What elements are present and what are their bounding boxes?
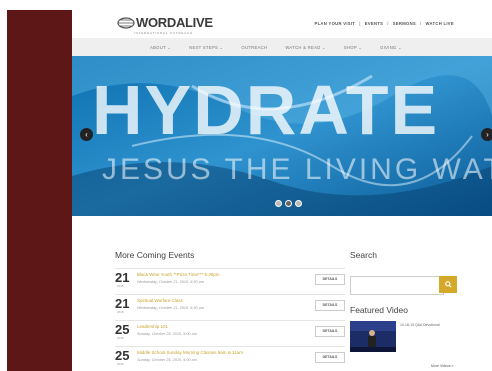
nav-label: GIVING [380, 44, 397, 50]
event-row: 25 2015 Middle School Sunday Morning Cla… [115, 346, 345, 369]
event-day: 25 [115, 348, 130, 363]
site-header: WORDALIVE INTERNATIONAL OUTREACH PLAN YO… [72, 10, 492, 38]
slider-dot[interactable] [275, 200, 282, 207]
logo-text: WORDALIVE [136, 15, 213, 30]
featured-video-heading: Featured Video [350, 305, 408, 315]
event-name-link[interactable]: Black Wine Youth **Prize Time*** 6:30pm [137, 272, 220, 277]
slider-next-arrow-icon[interactable]: › [481, 128, 492, 141]
featured-video-thumbnail[interactable] [350, 321, 396, 352]
nav-label: NEXT STEPS [189, 44, 219, 50]
logo-subtitle: INTERNATIONAL OUTREACH [134, 31, 193, 35]
top-link-watch-live[interactable]: WATCH LIVE [425, 21, 454, 26]
nav-item-giving[interactable]: GIVING ⌄ [380, 45, 402, 50]
event-year: 2015 [117, 310, 124, 314]
event-year: 2015 [117, 284, 124, 288]
event-date: Sunday, October 25, 2015, 9:00 am [137, 332, 197, 336]
event-day: 25 [115, 322, 130, 337]
hero-title: HYDRATE [92, 71, 440, 149]
event-row: 21 2015 Black Wine Youth **Prize Time***… [115, 268, 345, 291]
slider-dot-active[interactable] [285, 200, 292, 207]
search-button[interactable] [439, 276, 457, 293]
event-date: Wednesday, October 21, 2015, 6:30 pm [137, 280, 204, 284]
slider-dot[interactable] [295, 200, 302, 207]
event-date: Sunday, October 25, 2015, 9:00 am [137, 358, 197, 362]
top-link-sermons[interactable]: SERMONS [393, 21, 416, 26]
event-details-button[interactable]: DETAILS [315, 274, 345, 285]
event-day: 21 [115, 296, 130, 311]
nav-item-watch-read[interactable]: WATCH & READ ⌄ [285, 45, 326, 50]
featured-video-caption[interactable]: 10-18-15 Q&A Devotional [400, 323, 440, 327]
event-details-button[interactable]: DETAILS [315, 352, 345, 363]
search-icon [444, 280, 452, 288]
slider-dots [275, 200, 302, 207]
main-nav: ABOUT ⌄ NEXT STEPS ⌄ OUTREACH WATCH & RE… [72, 38, 492, 56]
hero-slider[interactable]: HYDRATE JESUS THE LIVING WATER ‹ › [72, 56, 492, 216]
nav-item-outreach[interactable]: OUTREACH [241, 45, 267, 50]
event-year: 2015 [117, 362, 124, 366]
hero-subtitle: JESUS THE LIVING WATER [102, 153, 492, 186]
event-row: 25 2015 Leadership 101 Sunday, October 2… [115, 320, 345, 343]
nav-item-shop[interactable]: SHOP ⌄ [344, 45, 362, 50]
event-year: 2015 [117, 336, 124, 340]
search-heading: Search [350, 250, 377, 260]
speaker-on-stage-image [350, 321, 396, 352]
logo[interactable]: WORDALIVE [117, 15, 213, 30]
event-date: Wednesday, October 21, 2015, 6:30 pm [137, 306, 204, 310]
nav-label: SHOP [343, 44, 357, 50]
slider-prev-arrow-icon[interactable]: ‹ [80, 128, 93, 141]
globe-logo-icon [117, 17, 135, 29]
event-day: 21 [115, 270, 130, 285]
nav-label: ABOUT [150, 44, 166, 50]
nav-label: WATCH & READ [285, 44, 321, 50]
top-link-plan-visit[interactable]: PLAN YOUR VISIT [314, 21, 355, 26]
top-link-separator: | [359, 21, 361, 26]
nav-label: OUTREACH [241, 44, 268, 50]
left-sidebar-panel [7, 10, 72, 371]
event-details-button[interactable]: DETAILS [315, 300, 345, 311]
search-input[interactable] [350, 276, 444, 295]
event-name-link[interactable]: Middle School Sunday Morning Classes 9am… [137, 350, 243, 355]
top-link-separator: / [387, 21, 389, 26]
event-row: 21 2015 Spiritual Warfare Class Wednesda… [115, 294, 345, 317]
nav-item-about[interactable]: ABOUT ⌄ [150, 45, 171, 50]
top-link-events[interactable]: EVENTS [365, 21, 384, 26]
top-links: PLAN YOUR VISIT | EVENTS / SERMONS / WAT… [314, 21, 454, 26]
event-details-button[interactable]: DETAILS [315, 326, 345, 337]
top-link-separator: / [420, 21, 422, 26]
nav-item-next-steps[interactable]: NEXT STEPS ⌄ [189, 45, 223, 50]
event-name-link[interactable]: Leadership 101 [137, 324, 168, 329]
events-heading: More Coming Events [115, 250, 195, 260]
event-name-link[interactable]: Spiritual Warfare Class [137, 298, 183, 303]
more-videos-link[interactable]: More Videos » [431, 364, 454, 368]
